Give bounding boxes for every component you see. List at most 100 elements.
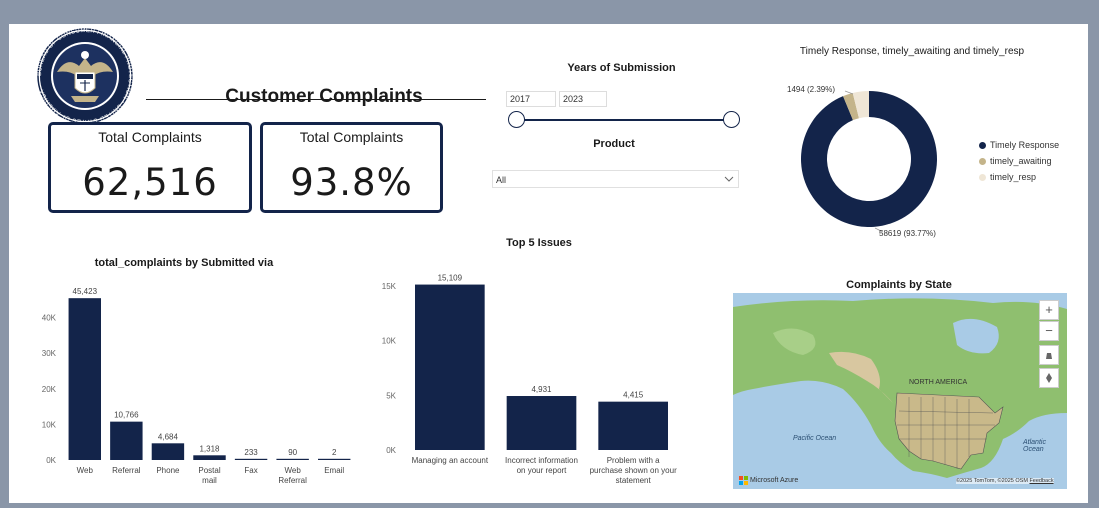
bar[interactable]: [318, 458, 351, 460]
bar-chart-submitted-via: 0K 10K 20K 30K 40K 45,423 Web 10,766 Referral 4,6…: [42, 287, 351, 485]
bar[interactable]: [151, 443, 185, 460]
bar-value-label: 10,766: [114, 411, 139, 420]
bar-chart-top-issues: 0K 5K 10K 15K 15,109 Managing an account 4,931…: [382, 274, 678, 485]
x-tick-label: Managing an account: [412, 456, 489, 465]
legend-label: timely_awaiting: [990, 156, 1052, 166]
chart-title-top-issues: Top 5 Issues: [506, 237, 572, 249]
bar[interactable]: [506, 396, 577, 450]
map-attribution-text: ©2025 TomTom, ©2025 OSM: [956, 478, 1028, 484]
legend-dot: [979, 173, 986, 181]
legend-item-timely-awaiting[interactable]: timely_awaiting: [979, 153, 1059, 169]
legend-item-timely-resp[interactable]: timely_resp: [979, 169, 1059, 185]
year-end-input[interactable]: 2023: [559, 91, 607, 107]
bar[interactable]: [234, 458, 268, 460]
y-tick-label: 40K: [42, 314, 57, 323]
tilt-icon: [1046, 353, 1052, 359]
donut-chart: [801, 90, 937, 233]
year-slider-handle-start[interactable]: [508, 111, 525, 128]
product-dropdown[interactable]: All: [492, 170, 739, 188]
bar[interactable]: [276, 458, 309, 460]
bar-value-label: 233: [244, 448, 258, 457]
x-tick-label: Fax: [244, 466, 257, 475]
chart-title-submitted-via: total_complaints by Submitted via: [94, 257, 274, 269]
bar-value-label: 1,318: [199, 444, 220, 453]
bar-value-label: 4,684: [158, 432, 179, 441]
kpi-label: Total Complaints: [299, 129, 404, 145]
legend-label: Timely Response: [990, 140, 1060, 150]
kpi-card-total-complaints[interactable]: Total Complaints 62,516: [48, 122, 252, 213]
x-tick-label: Web: [284, 466, 301, 475]
x-tick-label: Incorrect information: [505, 456, 578, 465]
page-title: Customer Complaints: [225, 86, 423, 107]
product-dropdown-value: All: [496, 175, 507, 185]
x-tick-label: mail: [202, 476, 217, 485]
chevron-down-icon: [724, 176, 734, 182]
compass-button[interactable]: [1039, 368, 1059, 388]
map-label-atlantic: Atlantic Ocean: [1023, 439, 1046, 453]
bar[interactable]: [598, 401, 668, 450]
years-slicer-title: Years of Submission: [567, 62, 676, 74]
year-slider-track: [516, 119, 732, 121]
map-label-pacific: Pacific Ocean: [793, 435, 837, 442]
x-tick-label: Web: [77, 466, 94, 475]
bar-value-label: 4,931: [531, 385, 552, 394]
kpi-card-timely-percent[interactable]: Total Complaints 93.8%: [260, 122, 443, 213]
kpi-value: 62,516: [82, 161, 218, 204]
x-tick-label: Phone: [156, 466, 180, 475]
azure-branding-label: Microsoft Azure: [750, 477, 799, 484]
y-tick-label: 15K: [382, 282, 397, 291]
y-tick-label: 30K: [42, 349, 57, 358]
legend-label: timely_resp: [990, 172, 1037, 182]
x-tick-label: Postal: [198, 466, 220, 475]
report-canvas: BUREAU OF CONSUMER FINANCIAL PROTECTION …: [9, 24, 1088, 503]
product-slicer-title: Product: [593, 138, 635, 150]
year-slider-handle-end[interactable]: [723, 111, 740, 128]
y-tick-label: 10K: [42, 420, 57, 429]
donut-label-timely: 58619 (93.77%): [879, 229, 936, 238]
bar-value-label: 45,423: [73, 287, 98, 296]
zoom-in-button[interactable]: +: [1039, 300, 1059, 320]
map-title: Complaints by State: [846, 279, 952, 291]
bar[interactable]: [193, 455, 226, 460]
x-tick-label: Problem with a: [607, 456, 660, 465]
kpi-label: Total Complaints: [98, 129, 202, 145]
bar[interactable]: [415, 284, 485, 450]
legend-item-timely-response[interactable]: Timely Response: [979, 137, 1059, 153]
title-divider: [146, 99, 486, 100]
donut-legend: Timely Response timely_awaiting timely_r…: [979, 137, 1059, 185]
y-tick-label: 0K: [386, 446, 396, 455]
cfpb-seal-logo: BUREAU OF CONSUMER FINANCIAL PROTECTION …: [37, 28, 133, 124]
bar-value-label: 4,415: [623, 391, 644, 400]
y-tick-label: 5K: [386, 391, 396, 400]
kpi-value: 93.8%: [290, 161, 413, 204]
bar[interactable]: [110, 421, 143, 460]
map-label-north-america: NORTH AMERICA: [909, 379, 968, 386]
donut-label-awaiting: 1494 (2.39%): [787, 85, 836, 94]
x-tick-label: on your report: [517, 466, 568, 475]
y-tick-label: 10K: [382, 337, 397, 346]
y-tick-label: 0K: [46, 456, 56, 465]
donut-title: Timely Response, timely_awaiting and tim…: [799, 46, 1025, 57]
feedback-link[interactable]: Feedback: [1029, 478, 1053, 484]
year-start-input[interactable]: 2017: [506, 91, 556, 107]
x-tick-label: Referral: [278, 476, 307, 485]
map-graphic: [733, 298, 1067, 478]
x-tick-label: purchase shown on your: [590, 466, 678, 475]
zoom-out-button[interactable]: −: [1039, 321, 1059, 341]
legend-dot: [979, 141, 986, 149]
x-tick-label: Referral: [112, 466, 141, 475]
bar-value-label: 2: [332, 448, 337, 457]
y-tick-label: 20K: [42, 385, 57, 394]
bar-value-label: 15,109: [438, 274, 463, 283]
bar-value-label: 90: [288, 448, 297, 457]
bar[interactable]: [68, 298, 101, 460]
tilt-button[interactable]: [1039, 345, 1059, 365]
x-tick-label: statement: [616, 476, 652, 485]
microsoft-logo-icon: [739, 476, 748, 485]
map-attribution: ©2025 TomTom, ©2025 OSM Feedback: [956, 478, 1054, 484]
legend-dot: [979, 157, 986, 165]
azure-branding: Microsoft Azure: [739, 476, 798, 485]
x-tick-label: Email: [324, 466, 344, 475]
complaints-map[interactable]: NORTH AMERICA Pacific Ocean Atlantic Oce…: [733, 293, 1067, 489]
donut-slice[interactable]: [801, 91, 937, 228]
